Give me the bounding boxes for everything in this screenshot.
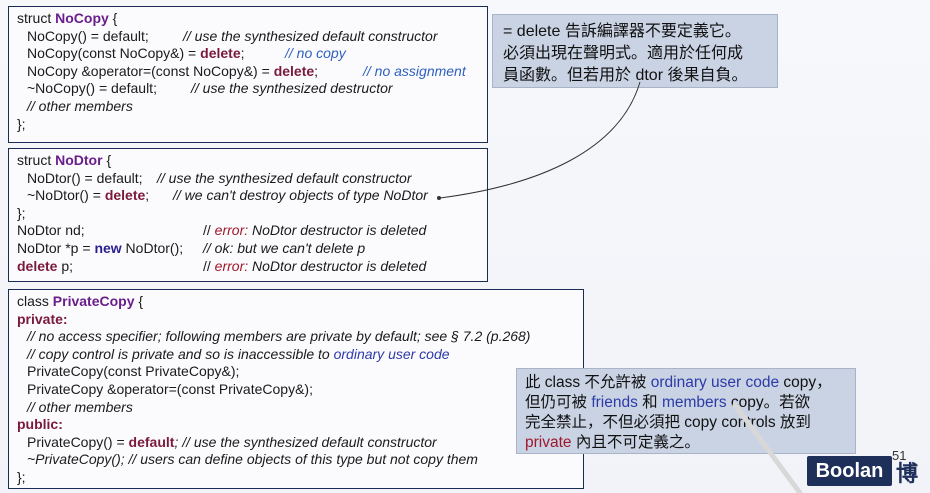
privatecopy-explanation-note: 此 class 不允許被 ordinary user code copy， 但仍… [516, 368, 856, 454]
boolan-logo-cn: 博 [896, 461, 919, 486]
code-line: }; [17, 204, 26, 221]
code-line: ~NoDtor() = delete;// we can't destroy o… [27, 187, 428, 204]
nodtor-code-box: struct NoDtor { NoDtor() = default;// us… [8, 148, 488, 282]
note-line: 但仍可被 friends 和 members copy。若欲 [525, 394, 811, 411]
code-line: }; [17, 115, 26, 132]
code-line: // no access specifier; following member… [27, 328, 531, 345]
code-line: struct NoCopy { [17, 10, 118, 26]
privatecopy-code-box: class PrivateCopy { private: // no acces… [8, 289, 584, 489]
code-line: ~NoCopy() = default;// use the synthesiz… [27, 80, 393, 97]
code-line: struct NoDtor { [17, 152, 112, 168]
code-line: NoDtor nd;// error: NoDtor destructor is… [17, 222, 427, 239]
code-line: // other members [27, 398, 133, 415]
boolan-logo: Boolan [807, 456, 892, 486]
code-line: NoDtor() = default;// use the synthesize… [27, 169, 412, 186]
note-line: private 內且不可定義之。 [525, 434, 700, 451]
code-line: PrivateCopy &operator=(const PrivateCopy… [27, 380, 313, 397]
code-line: NoCopy() = default;// use the synthesize… [27, 27, 438, 44]
code-line: NoDtor *p = new NoDtor();// ok: but we c… [17, 239, 366, 256]
code-line: // other members [27, 97, 133, 114]
code-line: PrivateCopy() = default; // use the synt… [27, 433, 437, 450]
nocopy-code-box: struct NoCopy { NoCopy() = default;// us… [8, 6, 488, 143]
note-line: 此 class 不允許被 ordinary user code copy， [525, 374, 832, 391]
note-line: 員函數。但若用於 dtor 後果自負。 [503, 67, 748, 84]
code-line: delete p;// error: NoDtor destructor is … [17, 257, 427, 274]
code-line: }; [17, 468, 26, 485]
code-line: PrivateCopy(const PrivateCopy&); [27, 363, 240, 380]
code-line: // copy control is private and so is ina… [27, 345, 450, 362]
note-line: 完全禁止，不但必須把 copy controls 放到 [525, 414, 811, 431]
code-line: ~PrivateCopy(); // users can define obje… [27, 451, 478, 468]
delete-explanation-note: = delete 告訴編譯器不要定義它。 必須出現在聲明式。適用於任何成 員函數… [492, 14, 778, 88]
code-line: NoCopy(const NoCopy&) = delete;// no cop… [27, 45, 346, 62]
note-line: 必須出現在聲明式。適用於任何成 [503, 45, 744, 62]
code-line: class PrivateCopy { [17, 293, 144, 309]
code-line: public: [17, 416, 63, 433]
code-line: NoCopy &operator=(const NoCopy&) = delet… [27, 62, 466, 79]
note-line: = delete 告訴編譯器不要定義它。 [503, 23, 741, 40]
code-line: private: [17, 310, 68, 327]
